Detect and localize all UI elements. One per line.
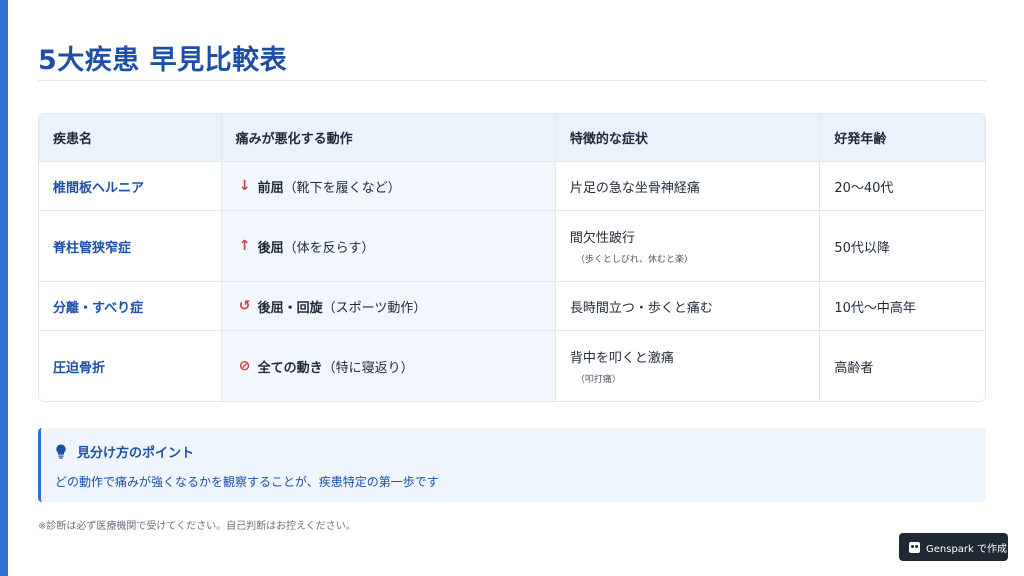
- motion-example: （靴下を履くなど）: [283, 180, 401, 196]
- motion-cell: ⊘ 全ての動き （特に寝返り）: [221, 331, 556, 401]
- table-row: 脊柱管狭窄症 ↑ 後屈 （体を反らす） 間欠性跛行 （歩くとしびれ、休むと楽） …: [39, 211, 985, 282]
- motion-example: （スポーツ動作）: [322, 300, 427, 316]
- tip-heading-row: 見分け方のポイント: [55, 442, 986, 461]
- motion-name: 前屈: [257, 180, 284, 196]
- lightbulb-icon: [56, 444, 66, 459]
- motion-cell: ↓ 前屈 （靴下を履くなど）: [221, 162, 556, 210]
- badge-label: Genspark で作成: [926, 543, 1008, 555]
- rotate-icon: ↺: [238, 298, 251, 314]
- symptom-text: 背中を叩くと激痛: [569, 351, 674, 366]
- disclaimer-note: ※診断は必ず医療機関で受けてください。自己判断はお控えください。: [38, 521, 356, 532]
- disease-name: 脊柱管狭窄症: [39, 211, 222, 281]
- symptom-note: （叩打痛）: [575, 375, 621, 385]
- age-cell: 50代以降: [834, 240, 890, 256]
- motion-name: 後屈・回旋: [257, 300, 323, 316]
- page-title: 5大疾患 早見比較表: [38, 45, 288, 76]
- motion-name: 全ての動き: [257, 360, 323, 376]
- tip-callout: 見分け方のポイント どの動作で痛みが強くなるかを観察することが、疾患特定の第一歩…: [38, 428, 986, 502]
- header-age: 好発年齢: [834, 132, 887, 147]
- table-row: 分離・すべり症 ↺ 後屈・回旋 （スポーツ動作） 長時間立つ・歩くと痛む 10代…: [39, 282, 985, 331]
- header-motion: 痛みが悪化する動作: [222, 114, 556, 161]
- header-disease: 疾患名: [39, 114, 222, 161]
- symptom-cell: 片足の急な坐骨神経痛: [556, 162, 821, 210]
- genspark-badge[interactable]: Genspark で作成: [899, 533, 1008, 561]
- tip-text: どの動作で痛みが強くなるかを観察することが、疾患特定の第一歩です: [55, 475, 439, 489]
- symptom-note: （歩くとしびれ、休むと楽）: [575, 255, 693, 265]
- table-row: 圧迫骨折 ⊘ 全ての動き （特に寝返り） 背中を叩くと激痛 （叩打痛） 高齢者: [39, 331, 985, 401]
- disease-name: 椎間板ヘルニア: [39, 162, 222, 210]
- header-symptom: 特徴的な症状: [556, 114, 821, 161]
- symptom-cell: 間欠性跛行 （歩くとしびれ、休むと楽）: [556, 211, 821, 281]
- age-cell: 10代〜中高年: [834, 300, 916, 316]
- disease-name: 圧迫骨折: [39, 331, 222, 401]
- down-arrow-icon: ↓: [238, 178, 251, 194]
- genspark-logo-icon: [909, 541, 920, 553]
- motion-name: 後屈: [257, 240, 284, 256]
- symptom-cell: 長時間立つ・歩くと痛む: [556, 282, 821, 330]
- prohibited-icon: ⊘: [238, 358, 251, 374]
- age-cell: 高齢者: [834, 360, 874, 376]
- tip-heading: 見分け方のポイント: [77, 446, 195, 461]
- symptom-text: 長時間立つ・歩くと痛む: [569, 300, 713, 316]
- symptom-text: 片足の急な坐骨神経痛: [569, 180, 700, 196]
- table-row: 椎間板ヘルニア ↓ 前屈 （靴下を履くなど） 片足の急な坐骨神経痛 20〜40代: [39, 162, 985, 211]
- motion-cell: ↑ 後屈 （体を反らす）: [221, 211, 556, 281]
- age-cell: 20〜40代: [834, 180, 894, 196]
- left-accent-bar: [0, 0, 8, 576]
- motion-example: （体を反らす）: [283, 240, 375, 256]
- symptom-cell: 背中を叩くと激痛 （叩打痛）: [556, 331, 821, 401]
- motion-example: （特に寝返り）: [322, 360, 414, 376]
- up-arrow-icon: ↑: [238, 238, 251, 254]
- title-divider: [38, 80, 986, 81]
- table-header-row: 疾患名 痛みが悪化する動作 特徴的な症状 好発年齢: [39, 114, 985, 162]
- comparison-table: 疾患名 痛みが悪化する動作 特徴的な症状 好発年齢 椎間板ヘルニア ↓ 前屈 （…: [38, 113, 986, 402]
- symptom-text: 間欠性跛行: [569, 231, 635, 246]
- disease-name: 分離・すべり症: [39, 282, 222, 330]
- motion-cell: ↺ 後屈・回旋 （スポーツ動作）: [221, 282, 556, 330]
